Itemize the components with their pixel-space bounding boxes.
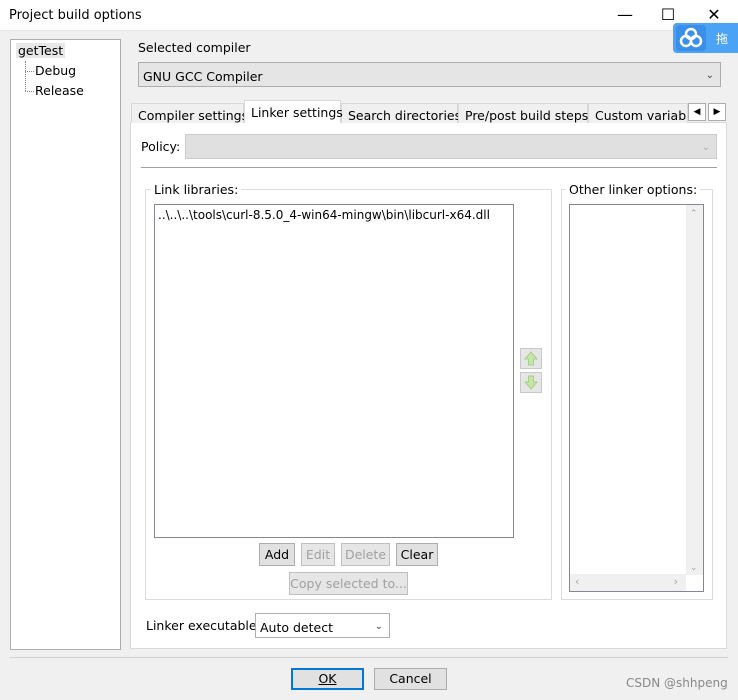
horizontal-scrollbar[interactable]: ‹ › (570, 574, 686, 591)
chevron-up-icon: ⌃ (690, 209, 698, 219)
chevron-down-icon: ⌄ (705, 70, 714, 81)
list-item[interactable]: ..\..\..\tools\curl-8.5.0_4-win64-mingw\… (158, 208, 490, 222)
divider (141, 167, 717, 168)
link-libraries-list[interactable]: ..\..\..\tools\curl-8.5.0_4-win64-mingw\… (154, 204, 514, 538)
tab-linker-settings[interactable]: Linker settings (244, 100, 343, 123)
selected-compiler-label: Selected compiler (138, 40, 251, 55)
tree-item-root[interactable]: getTest (16, 43, 66, 58)
floating-badge-label: 拖 (716, 32, 729, 46)
vertical-scrollbar[interactable]: ⌃ ⌄ (686, 205, 703, 575)
delete-button[interactable]: Delete (341, 543, 390, 566)
policy-label: Policy: (141, 139, 181, 154)
chevron-down-icon: ⌄ (374, 621, 383, 632)
chevron-right-icon: › (673, 575, 678, 588)
move-down-button[interactable] (520, 372, 542, 393)
tree-line (25, 71, 34, 72)
window-title: Project build options (9, 8, 142, 23)
move-up-button[interactable] (520, 348, 542, 369)
arrow-up-icon (523, 351, 539, 366)
tree-item-debug[interactable]: Debug (35, 63, 76, 78)
footer-separator (10, 657, 728, 658)
tree-item-release[interactable]: Release (35, 83, 84, 98)
link-libraries-label: Link libraries: (151, 182, 242, 197)
tab-scroll-left-button[interactable]: ◀ (688, 103, 706, 121)
edit-button[interactable]: Edit (301, 543, 335, 566)
chevron-down-icon: ⌄ (701, 142, 710, 153)
copy-selected-button[interactable]: Copy selected to... (289, 572, 408, 595)
tab-pre-post-build-steps[interactable]: Pre/post build steps (458, 103, 588, 123)
clear-button[interactable]: Clear (396, 543, 438, 566)
other-linker-options-textarea[interactable]: ⌃ ⌄ ‹ › (569, 204, 704, 592)
cloud-icon (676, 25, 706, 51)
arrow-down-icon (523, 375, 539, 390)
tab-search-directories[interactable]: Search directories (341, 103, 461, 123)
minimize-button[interactable]: — (610, 4, 640, 26)
cancel-button[interactable]: Cancel (374, 668, 447, 690)
tab-custom-variables[interactable]: Custom variable (588, 103, 688, 123)
ok-button[interactable]: OK (291, 668, 364, 690)
compiler-select-value: GNU GCC Compiler (143, 69, 263, 84)
policy-select[interactable]: ⌄ (185, 134, 717, 159)
chevron-down-icon: ⌄ (690, 563, 698, 573)
target-tree: getTest Debug Release (10, 39, 121, 650)
tab-scroll-right-button[interactable]: ▶ (708, 103, 726, 121)
compiler-select[interactable]: GNU GCC Compiler ⌄ (138, 62, 721, 87)
tree-line (25, 61, 26, 91)
watermark: CSDN @shhpeng (626, 676, 728, 690)
tab-compiler-settings[interactable]: Compiler settings (131, 103, 248, 123)
linker-executable-select[interactable]: Auto detect ⌄ (255, 613, 390, 638)
linker-executable-value: Auto detect (260, 620, 333, 635)
linker-executable-label: Linker executable: (146, 618, 261, 633)
tree-line (25, 91, 34, 92)
other-linker-options-label: Other linker options: (566, 182, 701, 197)
add-button[interactable]: Add (259, 543, 295, 566)
chevron-left-icon: ‹ (575, 575, 580, 588)
